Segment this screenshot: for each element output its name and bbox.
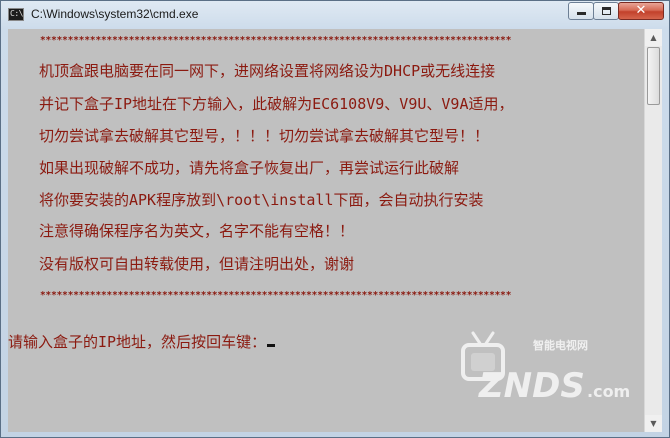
watermark-tagline: 智能电视网 (533, 338, 588, 352)
maximize-icon (602, 7, 611, 15)
minimize-button[interactable] (568, 2, 594, 20)
input-prompt: 请输入盒子的IP地址，然后按回车键： (8, 333, 267, 351)
input-prompt-row[interactable]: 请输入盒子的IP地址，然后按回车键： (8, 331, 276, 353)
window-title: C:\Windows\system32\cmd.exe (31, 7, 199, 21)
close-icon: ✕ (635, 3, 647, 18)
maximize-button[interactable] (593, 2, 619, 20)
watermark-domain: .com (587, 382, 630, 401)
cmd-icon: C:\ (8, 8, 24, 21)
console-line: 注意得确保程序名为英文，名字不能有空格！！ (39, 222, 355, 240)
znds-watermark: 智能电视网 ZNDS .com (459, 323, 659, 409)
close-button[interactable]: ✕ (618, 2, 664, 20)
text-cursor (267, 344, 276, 347)
console-line: 没有版权可自由转载使用，但请注明出处，谢谢 (39, 255, 355, 273)
watermark-brand: ZNDS (478, 366, 585, 406)
console-line: 并记下盒子IP地址在下方输入，此破解为EC6108V9、V9U、V9A适用， (39, 95, 514, 113)
scroll-down-icon[interactable]: ▼ (645, 415, 662, 432)
tv-logo-icon: 智能电视网 ZNDS .com (461, 331, 630, 406)
scrollbar-thumb[interactable] (647, 47, 660, 105)
scroll-up-icon[interactable]: ▲ (645, 29, 662, 46)
divider-bottom: ****************************************… (40, 290, 512, 301)
console-line: 切勿尝试拿去破解其它型号，！！！切勿尝试拿去破解其它型号！！ (39, 127, 490, 145)
console-line: 如果出现破解不成功，请先将盒子恢复出厂，再尝试运行此破解 (39, 159, 460, 177)
console-line: 机顶盒跟电脑要在同一网下，进网络设置将网络设为DHCP或无线连接 (39, 62, 496, 80)
divider-top: ****************************************… (40, 35, 512, 46)
title-bar[interactable]: C:\ C:\Windows\system32\cmd.exe ✕ (1, 1, 669, 29)
cmd-window: C:\ C:\Windows\system32\cmd.exe ✕ ******… (0, 0, 670, 438)
console-line: 将你要安装的APK程序放到\root\install下面，会自动执行安装 (39, 191, 484, 209)
minimize-icon (577, 12, 586, 15)
